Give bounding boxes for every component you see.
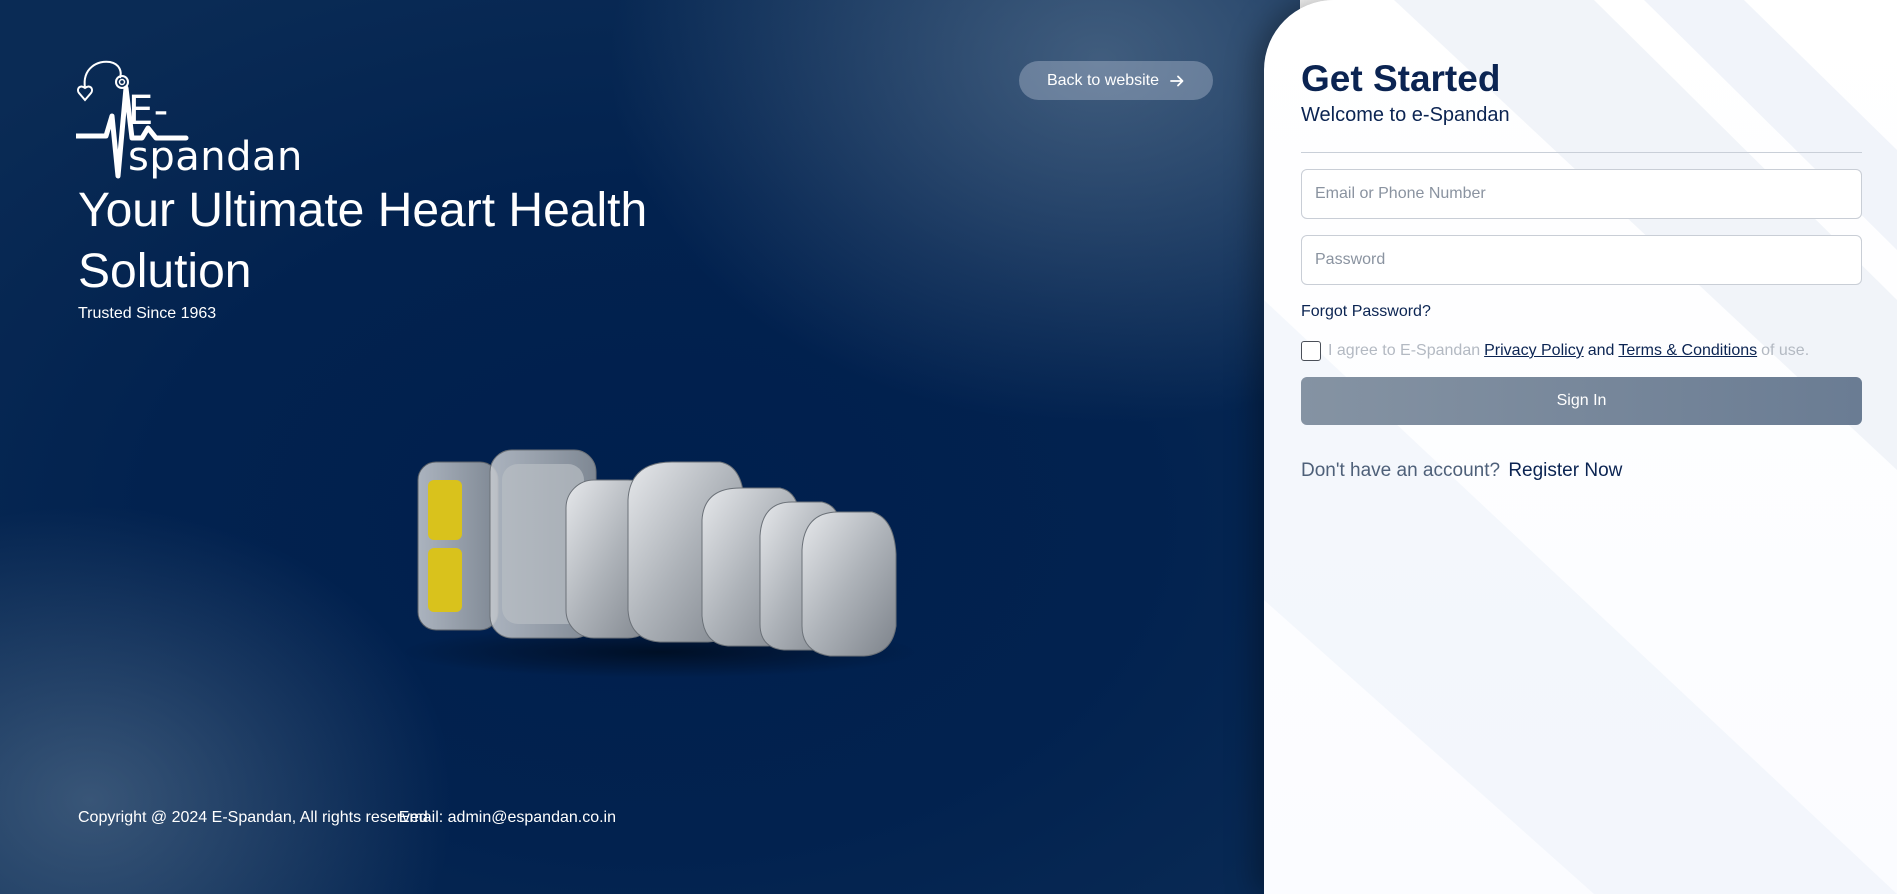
panel-background-decoration	[1264, 0, 1897, 894]
privacy-policy-link[interactable]: Privacy Policy	[1484, 342, 1584, 360]
page-title: Get Started	[1301, 58, 1501, 99]
terms-checkbox[interactable]	[1301, 341, 1321, 361]
login-panel: Get Started Welcome to e-Spandan Forgot …	[1264, 0, 1897, 894]
welcome-subtitle: Welcome to e-Spandan	[1301, 104, 1510, 126]
agree-and: and	[1587, 342, 1615, 359]
register-now-link[interactable]: Register Now	[1508, 460, 1622, 481]
sign-in-label: Sign In	[1556, 392, 1607, 409]
copyright-text: Copyright @ 2024 E-Spandan, All rights r…	[78, 809, 428, 826]
brand-name: E-spandan	[128, 88, 303, 180]
agree-suffix: of use.	[1761, 342, 1810, 359]
forgot-password-link[interactable]: Forgot Password?	[1301, 303, 1431, 321]
pacemaker-devices-image	[400, 449, 920, 678]
back-to-website-button[interactable]: Back to website	[1019, 61, 1213, 100]
password-field[interactable]	[1301, 235, 1862, 285]
email-field[interactable]	[1301, 169, 1862, 219]
contact-email[interactable]: Email: admin@espandan.co.in	[399, 809, 616, 827]
hero-subline: Trusted Since 1963	[78, 305, 217, 322]
hero-headline: Your Ultimate Heart Health Solution	[78, 184, 648, 298]
terms-agreement: I agree to E-Spandan Privacy Policy and …	[1301, 340, 1813, 362]
no-account-text: Don't have an account?	[1301, 460, 1501, 481]
back-to-website-label: Back to website	[1046, 71, 1160, 89]
login-page: E-spandan Your Ultimate Heart Health Sol…	[0, 0, 1897, 894]
agree-prefix: I agree to E-Spandan	[1328, 342, 1481, 359]
sign-in-button[interactable]: Sign In	[1301, 377, 1862, 425]
register-prompt: Don't have an account? Register Now	[1301, 460, 1622, 482]
hero-panel: E-spandan Your Ultimate Heart Health Sol…	[0, 0, 1300, 894]
brand-logo[interactable]: E-spandan	[76, 58, 338, 186]
arrow-right-icon	[1170, 75, 1184, 86]
divider	[1301, 152, 1862, 153]
terms-link[interactable]: Terms & Conditions	[1618, 342, 1757, 360]
